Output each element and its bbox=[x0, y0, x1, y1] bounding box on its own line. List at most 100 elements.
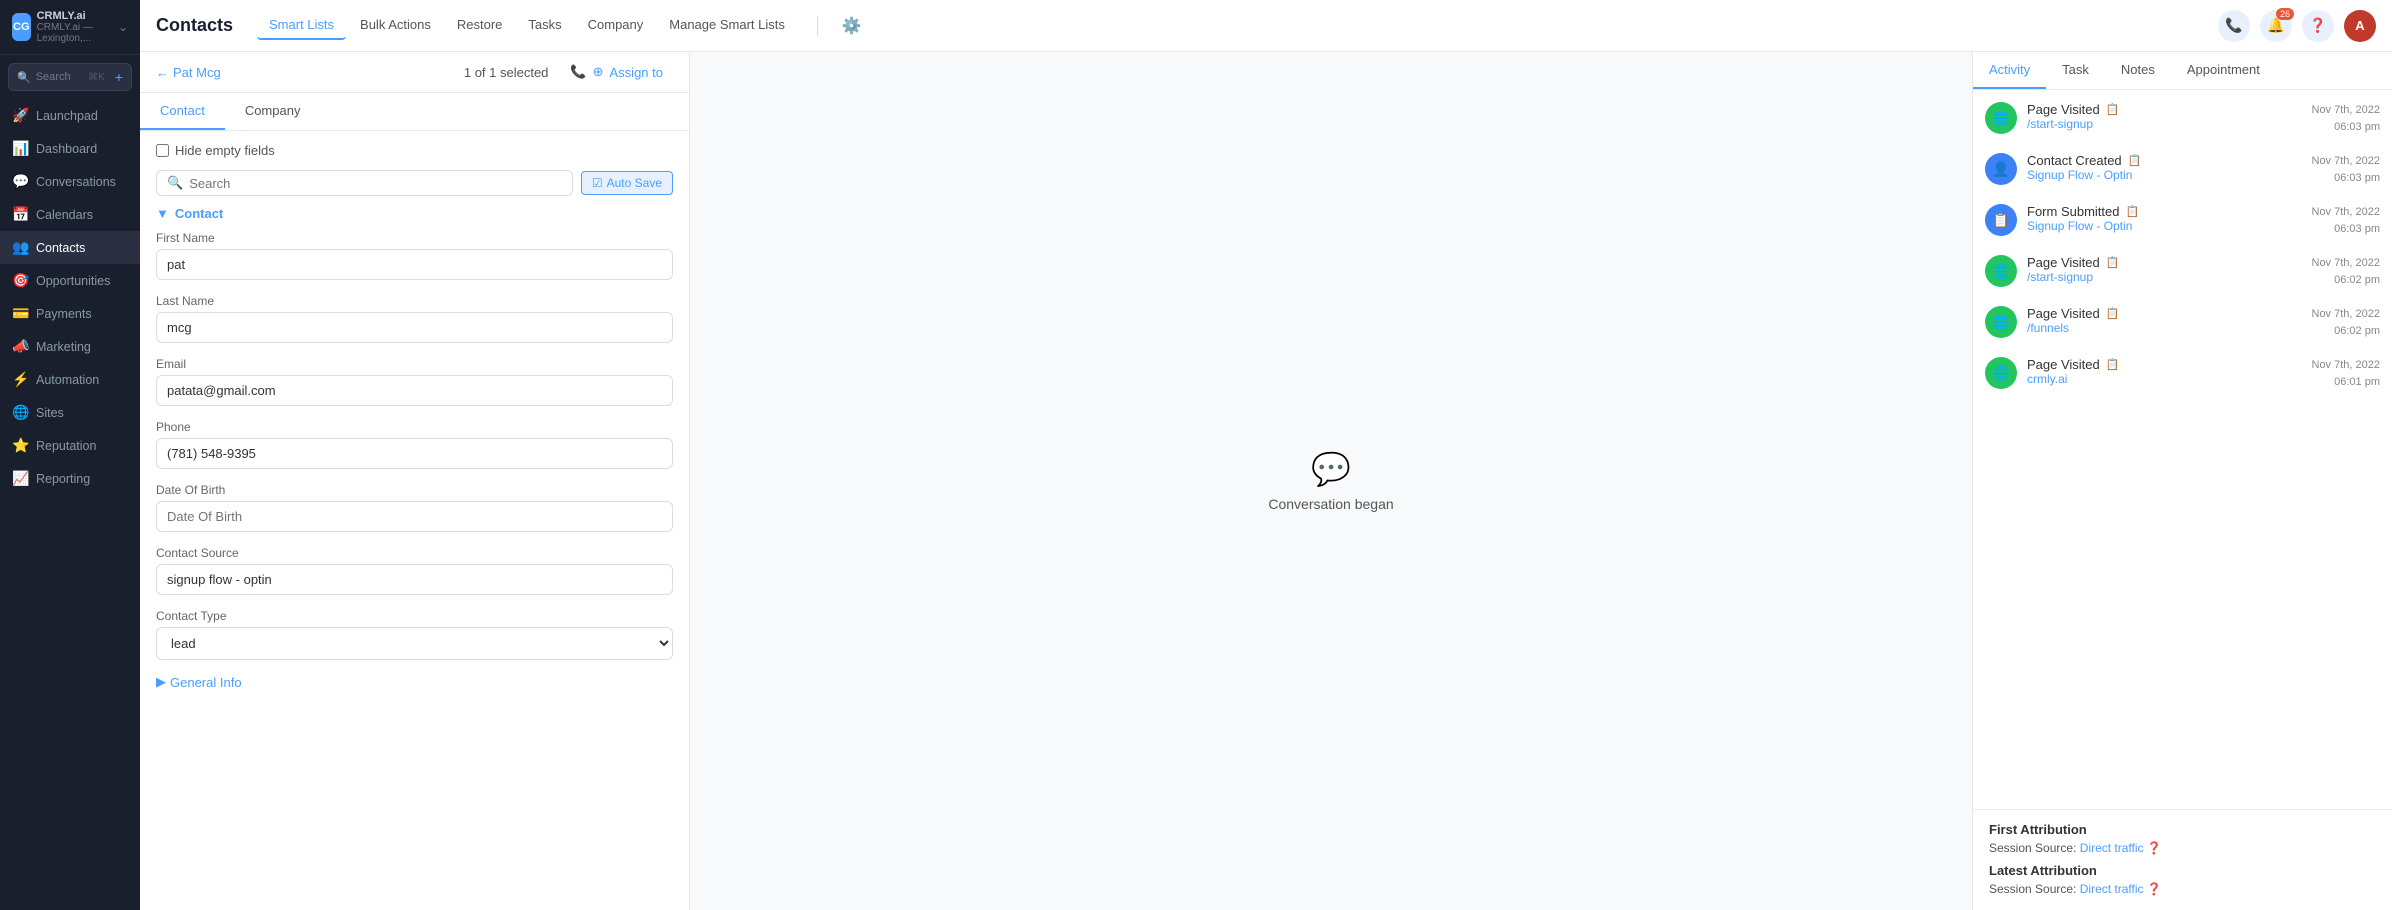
input-date_of_birth[interactable] bbox=[156, 501, 673, 532]
copy-icon-0[interactable]: 📋 bbox=[2106, 103, 2120, 116]
input-last_name[interactable] bbox=[156, 312, 673, 343]
help-btn[interactable]: ❓ bbox=[2302, 10, 2334, 42]
latest-session-source-label: Session Source: bbox=[1989, 882, 2076, 896]
sidebar-label-reputation: Reputation bbox=[36, 439, 96, 453]
sidebar-item-opportunities[interactable]: 🎯Opportunities bbox=[0, 264, 140, 297]
add-circle-icon: ⊕ bbox=[593, 64, 604, 80]
copy-icon-4[interactable]: 📋 bbox=[2106, 307, 2120, 320]
activity-icon-4: 🌐 bbox=[1985, 306, 2017, 338]
avatar[interactable]: A bbox=[2344, 10, 2376, 42]
activity-link-5[interactable]: crmly.ai bbox=[2027, 372, 2302, 386]
topbar-nav-bulk-actions[interactable]: Bulk Actions bbox=[348, 11, 443, 40]
hide-empty-checkbox[interactable] bbox=[156, 144, 169, 157]
activity-content-1: Contact Created 📋 Signup Flow - Optin bbox=[2027, 153, 2302, 182]
input-contact_type[interactable]: lead customer prospect bbox=[156, 627, 673, 660]
copy-icon-2[interactable]: 📋 bbox=[2125, 205, 2139, 218]
activity-content-0: Page Visited 📋 /start-signup bbox=[2027, 102, 2302, 131]
first-attribution-title: First Attribution bbox=[1989, 822, 2376, 837]
activity-tab-task[interactable]: Task bbox=[2046, 52, 2105, 89]
sidebar-item-conversations[interactable]: 💬Conversations bbox=[0, 165, 140, 198]
copy-icon-3[interactable]: 📋 bbox=[2106, 256, 2120, 269]
input-contact_source[interactable] bbox=[156, 564, 673, 595]
sidebar-item-sites[interactable]: 🌐Sites bbox=[0, 396, 140, 429]
settings-icon[interactable]: ⚙️ bbox=[838, 12, 866, 40]
activity-time-4: Nov 7th, 202206:02 pm bbox=[2312, 306, 2381, 339]
sidebar-item-marketing[interactable]: 📣Marketing bbox=[0, 330, 140, 363]
activity-link-3[interactable]: /start-signup bbox=[2027, 270, 2302, 284]
activity-link-4[interactable]: /funnels bbox=[2027, 321, 2302, 335]
first-help-icon[interactable]: ❓ bbox=[2147, 841, 2162, 855]
field-date_of_birth: Date Of Birth bbox=[156, 483, 673, 532]
add-icon[interactable]: + bbox=[115, 69, 123, 85]
tab-contact[interactable]: Contact bbox=[140, 93, 225, 130]
activity-link-2[interactable]: Signup Flow - Optin bbox=[2027, 219, 2302, 233]
input-first_name[interactable] bbox=[156, 249, 673, 280]
phone-icon-btn[interactable]: 📞 bbox=[2218, 10, 2250, 42]
sidebar-label-launchpad: Launchpad bbox=[36, 109, 98, 123]
page-title: Contacts bbox=[156, 15, 233, 36]
payments-icon: 💳 bbox=[12, 305, 28, 322]
sidebar-item-reputation[interactable]: ⭐Reputation bbox=[0, 429, 140, 462]
sidebar-search[interactable]: 🔍 Search ⌘K + bbox=[8, 63, 132, 91]
topbar-nav: Smart ListsBulk ActionsRestoreTasksCompa… bbox=[257, 11, 797, 40]
search-shortcut: ⌘K bbox=[83, 70, 110, 85]
sidebar-item-contacts[interactable]: 👥Contacts bbox=[0, 231, 140, 264]
sidebar-item-dashboard[interactable]: 📊Dashboard bbox=[0, 132, 140, 165]
contact-tabs: Contact Company bbox=[140, 93, 689, 131]
search-input[interactable] bbox=[189, 176, 562, 191]
topbar-nav-company[interactable]: Company bbox=[576, 11, 656, 40]
activity-tab-appointment[interactable]: Appointment bbox=[2171, 52, 2276, 89]
activity-title-2: Form Submitted 📋 bbox=[2027, 204, 2302, 219]
input-email[interactable] bbox=[156, 375, 673, 406]
sidebar-item-calendars[interactable]: 📅Calendars bbox=[0, 198, 140, 231]
latest-help-icon[interactable]: ❓ bbox=[2147, 882, 2162, 896]
assign-btn[interactable]: 📞 ⊕ Assign to bbox=[560, 60, 673, 84]
contact-panel: ← Pat Mcg 1 of 1 selected 📞 ⊕ Assign to … bbox=[140, 52, 690, 910]
activity-tab-notes[interactable]: Notes bbox=[2105, 52, 2171, 89]
attribution-section: First Attribution Session Source: Direct… bbox=[1973, 809, 2392, 910]
activity-time-3: Nov 7th, 202206:02 pm bbox=[2312, 255, 2381, 288]
topbar-nav-restore[interactable]: Restore bbox=[445, 11, 515, 40]
activity-link-0[interactable]: /start-signup bbox=[2027, 117, 2302, 131]
latest-session-source-value[interactable]: Direct traffic bbox=[2080, 882, 2144, 896]
dashboard-icon: 📊 bbox=[12, 140, 28, 157]
auto-save-button[interactable]: ☑ Auto Save bbox=[581, 171, 673, 195]
sidebar: CG CRMLY.ai CRMLY.ai — Lexington,... ⌄ 🔍… bbox=[0, 0, 140, 910]
latest-attribution-title: Latest Attribution bbox=[1989, 863, 2376, 878]
sidebar-label-automation: Automation bbox=[36, 373, 99, 387]
activity-link-1[interactable]: Signup Flow - Optin bbox=[2027, 168, 2302, 182]
activity-content-4: Page Visited 📋 /funnels bbox=[2027, 306, 2302, 335]
form-search-box: 🔍 bbox=[156, 170, 573, 196]
input-phone[interactable] bbox=[156, 438, 673, 469]
first-session-source-value[interactable]: Direct traffic bbox=[2080, 841, 2144, 855]
topbar-nav-manage-smart-lists[interactable]: Manage Smart Lists bbox=[657, 11, 797, 40]
activity-item-1: 👤 Contact Created 📋 Signup Flow - Optin … bbox=[1985, 153, 2380, 186]
hide-empty-label: Hide empty fields bbox=[175, 143, 275, 158]
topbar-nav-tasks[interactable]: Tasks bbox=[516, 11, 573, 40]
label-date_of_birth: Date Of Birth bbox=[156, 483, 673, 497]
copy-icon-1[interactable]: 📋 bbox=[2128, 154, 2142, 167]
notification-btn[interactable]: 🔔 26 bbox=[2260, 10, 2292, 42]
search-label: Search bbox=[36, 71, 71, 83]
topbar-nav-smart-lists[interactable]: Smart Lists bbox=[257, 11, 346, 40]
copy-icon-5[interactable]: 📋 bbox=[2106, 358, 2120, 371]
activity-tab-activity[interactable]: Activity bbox=[1973, 52, 2046, 89]
back-link[interactable]: ← Pat Mcg bbox=[156, 65, 221, 80]
workspace-chevron[interactable]: ⌄ bbox=[118, 20, 128, 34]
general-info-link[interactable]: ▶ General Info bbox=[156, 674, 673, 690]
label-contact_type: Contact Type bbox=[156, 609, 673, 623]
sidebar-item-reporting[interactable]: 📈Reporting bbox=[0, 462, 140, 495]
sidebar-item-automation[interactable]: ⚡Automation bbox=[0, 363, 140, 396]
label-last_name: Last Name bbox=[156, 294, 673, 308]
logo-icon: CG bbox=[12, 13, 31, 41]
sidebar-item-launchpad[interactable]: 🚀 Launchpad bbox=[0, 99, 140, 132]
back-label: Pat Mcg bbox=[173, 65, 221, 80]
tab-company[interactable]: Company bbox=[225, 93, 321, 130]
sidebar-label-conversations: Conversations bbox=[36, 175, 116, 189]
activity-title-0: Page Visited 📋 bbox=[2027, 102, 2302, 117]
sidebar-item-payments[interactable]: 💳Payments bbox=[0, 297, 140, 330]
contact-section-header[interactable]: ▼ Contact bbox=[156, 206, 673, 221]
conversation-panel: 💬 Conversation began bbox=[690, 52, 1972, 910]
sidebar-label-contacts: Contacts bbox=[36, 241, 85, 255]
launchpad-icon: 🚀 bbox=[12, 107, 28, 124]
